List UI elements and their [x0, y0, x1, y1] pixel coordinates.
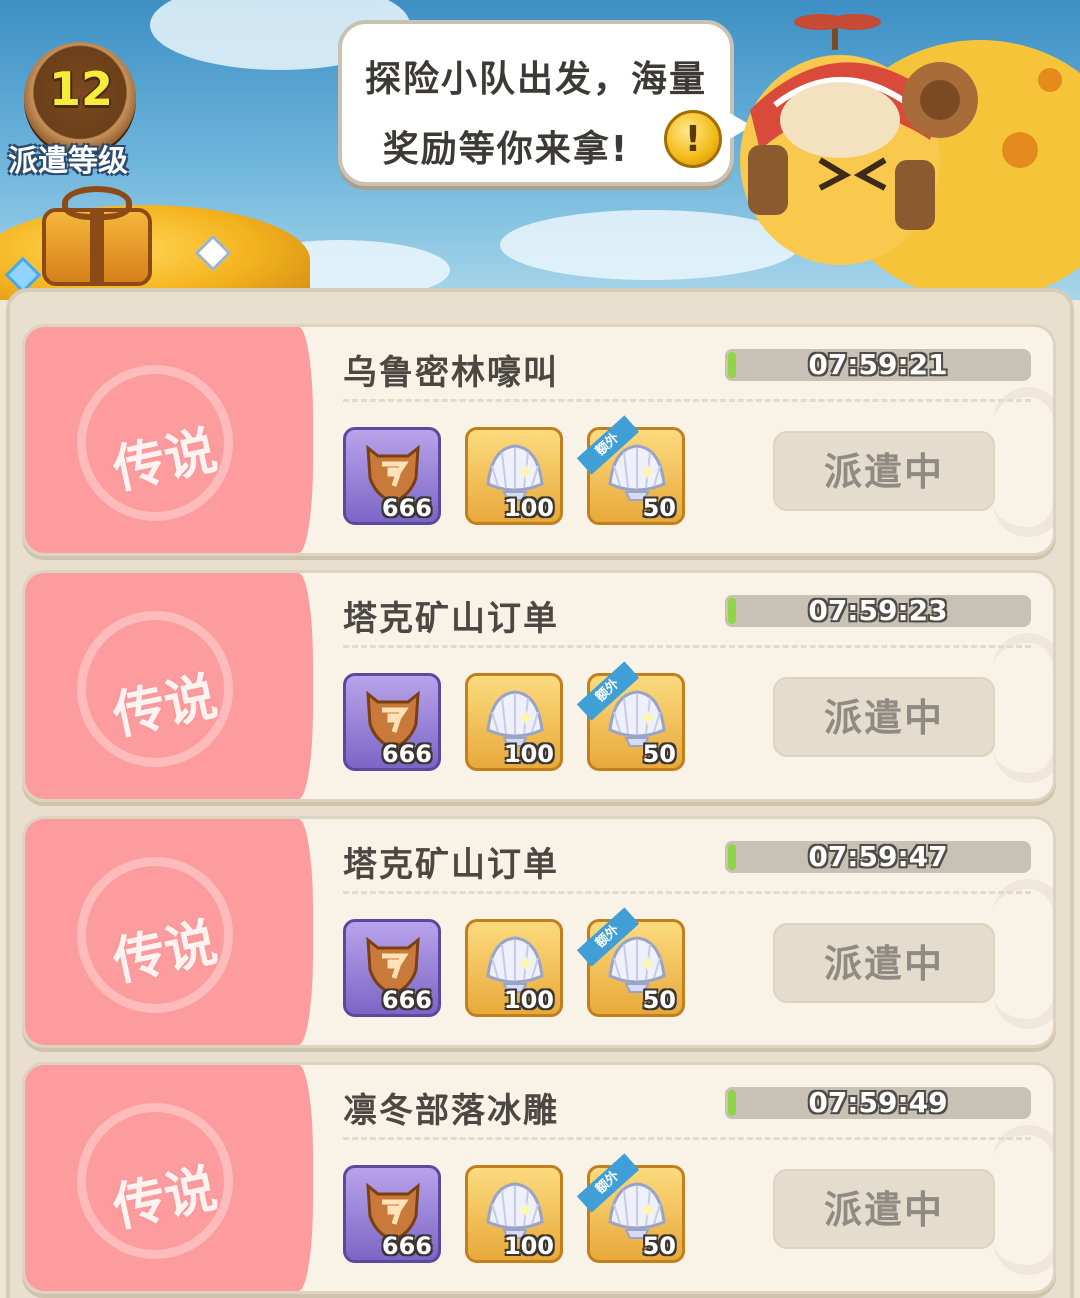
mission-timer-bar: 07:59:49	[725, 1087, 1031, 1119]
mission-timer: 07:59:47	[808, 840, 948, 873]
mission-name: 塔克矿山订单	[343, 599, 559, 639]
card-divider	[343, 1137, 1031, 1140]
mission-timer-bar: 07:59:21	[725, 349, 1031, 381]
reward-quantity: 666	[381, 986, 432, 1014]
mission-timer-bar: 07:59:23	[725, 595, 1031, 627]
mission-name: 乌鲁密林嚎叫	[343, 353, 559, 393]
mission-card[interactable]: 传说 塔克矿山订单 07:59:47 666 100 额外 50 派遣中	[22, 816, 1056, 1048]
mission-card[interactable]: 传说 塔克矿山订单 07:59:23 666 100 额外 50 派遣中	[22, 570, 1056, 802]
card-decoration	[993, 1125, 1053, 1275]
rarity-label: 传说	[108, 912, 223, 994]
card-decoration	[993, 879, 1053, 1029]
rarity-panel: 传说	[25, 819, 313, 1045]
reward-quantity: 50	[642, 494, 676, 522]
reward-quantity: 666	[381, 494, 432, 522]
mascot-character-icon	[740, 14, 1080, 300]
dispatch-level-label: 派遣等级	[8, 144, 128, 179]
rarity-panel: 传说	[25, 1065, 313, 1291]
dispatching-status-button[interactable]: 派遣中	[773, 1169, 995, 1249]
reward-item[interactable]: 100	[465, 673, 563, 771]
rarity-stamp-icon: 传说	[77, 857, 233, 1013]
reward-item[interactable]: 666	[343, 427, 441, 525]
reward-item[interactable]: 额外 50	[576, 907, 685, 1017]
dispatching-status-button[interactable]: 派遣中	[773, 431, 995, 511]
rarity-panel: 传说	[25, 573, 313, 799]
reward-item[interactable]: 额外 50	[576, 415, 685, 525]
reward-quantity: 100	[503, 740, 554, 768]
rarity-stamp-icon: 传说	[77, 365, 233, 521]
reward-item[interactable]: 额外 50	[576, 661, 685, 771]
mission-timer: 07:59:21	[808, 348, 948, 381]
card-decoration	[993, 387, 1053, 537]
card-divider	[343, 399, 1031, 402]
mission-timer: 07:59:23	[808, 594, 948, 627]
dispatch-level-number: 12	[48, 62, 113, 116]
reward-quantity: 50	[642, 1232, 676, 1260]
exclamation-icon: !	[664, 110, 722, 168]
dispatching-status-button[interactable]: 派遣中	[773, 923, 995, 1003]
reward-item[interactable]: 额外 50	[576, 1153, 685, 1263]
rarity-label: 传说	[108, 420, 223, 502]
reward-quantity: 50	[642, 740, 676, 768]
reward-quantity: 100	[503, 1232, 554, 1260]
mission-name: 凛冬部落冰雕	[343, 1091, 559, 1131]
rarity-stamp-icon: 传说	[77, 1103, 233, 1259]
reward-quantity: 100	[503, 494, 554, 522]
header-banner: 12 派遣等级 探险小队出发，海量 奖励等你来拿! !	[0, 0, 1080, 300]
mission-timer: 07:59:49	[808, 1086, 948, 1119]
reward-item[interactable]: 666	[343, 673, 441, 771]
speech-line-2: 奖励等你来拿!	[382, 129, 630, 170]
reward-quantity: 666	[381, 1232, 432, 1260]
ribbon-bow-icon	[62, 186, 132, 220]
reward-quantity: 666	[381, 740, 432, 768]
reward-item[interactable]: 666	[343, 919, 441, 1017]
reward-quantity: 50	[642, 986, 676, 1014]
reward-item[interactable]: 666	[343, 1165, 441, 1263]
dispatching-status-button[interactable]: 派遣中	[773, 677, 995, 757]
card-divider	[343, 645, 1031, 648]
reward-item[interactable]: 100	[465, 919, 563, 1017]
rarity-label: 传说	[108, 1158, 223, 1240]
mission-card[interactable]: 传说 乌鲁密林嚎叫 07:59:21 666 100 额外 50 派遣中	[22, 324, 1056, 556]
mission-card[interactable]: 传说 凛冬部落冰雕 07:59:49 666 100 额外 50 派遣中	[22, 1062, 1056, 1294]
rarity-label: 传说	[108, 666, 223, 748]
rarity-stamp-icon: 传说	[77, 611, 233, 767]
rarity-panel: 传说	[25, 327, 313, 553]
reward-quantity: 100	[503, 986, 554, 1014]
mission-name: 塔克矿山订单	[343, 845, 559, 885]
speech-line-1: 探险小队出发，海量	[364, 59, 707, 100]
reward-item[interactable]: 100	[465, 427, 563, 525]
reward-item[interactable]: 100	[465, 1165, 563, 1263]
card-divider	[343, 891, 1031, 894]
speech-bubble: 探险小队出发，海量 奖励等你来拿! !	[338, 20, 752, 186]
card-decoration	[993, 633, 1053, 783]
mission-timer-bar: 07:59:47	[725, 841, 1031, 873]
